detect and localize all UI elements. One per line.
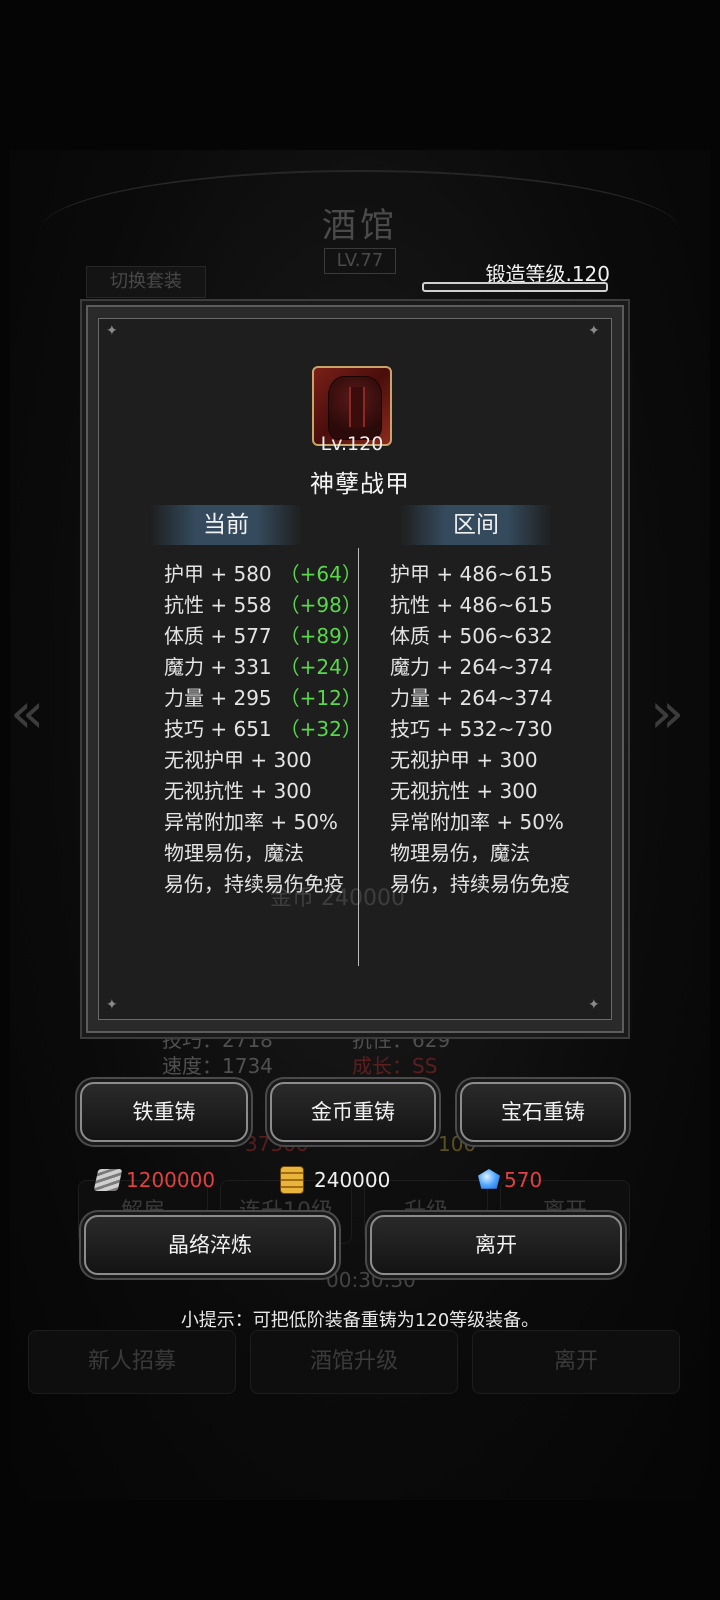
previous-arrow-icon[interactable]: « [10,686,44,742]
forge-level-bar [422,282,608,292]
range-stat-row: 体质 + 506~632 [390,624,553,648]
corner-ornament-icon: ✦ [106,323,118,339]
iron-reforge-button[interactable]: 铁重铸 [80,1082,248,1142]
range-stat-row: 护甲 + 486~615 [390,562,553,586]
current-stat-row: 物理易伤，魔法 [164,841,304,865]
bg-stat-speed: 速度：1734 [162,1054,273,1078]
current-stat-row: 魔力 + 331 （+24） [164,655,362,679]
range-stat-row: 异常附加率 + 50% [390,810,564,834]
item-level: Lv.120 [320,433,384,455]
gem-currency: 570 [478,1165,598,1195]
range-stat-row: 魔力 + 264~374 [390,655,553,679]
item-name: 神孽战甲 [310,470,410,498]
current-stat-row: 易伤，持续易伤免疫 [164,872,344,896]
iron-amount: 1200000 [126,1168,216,1192]
current-stat-row: 力量 + 295 （+12） [164,686,362,710]
crystal-refine-button[interactable]: 晶络淬炼 [84,1215,336,1275]
corner-ornament-icon: ✦ [106,997,118,1013]
current-stat-row: 抗性 + 558 （+98） [164,593,362,617]
range-stat-row: 物理易伤，魔法 [390,841,530,865]
range-stat-row: 易伤，持续易伤免疫 [390,872,570,896]
iron-currency: 1200000 [93,1165,286,1195]
bg-exit-button: 离开 [472,1330,680,1394]
gem-icon [478,1169,500,1189]
gold-amount: 240000 [314,1168,391,1192]
current-stat-row: 无视抗性 + 300 [164,779,312,803]
gem-reforge-button[interactable]: 宝石重铸 [460,1082,626,1142]
iron-icon [93,1169,123,1191]
current-stat-row: 体质 + 577 （+89） [164,624,362,648]
bg-tavern-upgrade-button: 酒馆升级 [250,1330,458,1394]
bg-stat-growth: 成长：SS [352,1054,438,1078]
range-stat-row: 无视抗性 + 300 [390,779,538,803]
current-stat-row: 护甲 + 580 （+64） [164,562,362,586]
gem-amount: 570 [504,1168,543,1192]
tip-text: 小提示：可把低阶装备重铸为120等级装备。 [180,1310,540,1331]
tavern-title: 酒馆 [322,206,398,246]
tavern-level: LV.77 [324,248,396,274]
next-arrow-icon[interactable]: » [650,686,684,742]
gold-reforge-button[interactable]: 金币重铸 [270,1082,436,1142]
range-stat-row: 无视护甲 + 300 [390,748,538,772]
range-stat-row: 抗性 + 486~615 [390,593,553,617]
range-stat-row: 力量 + 264~374 [390,686,553,710]
range-stat-row: 技巧 + 532~730 [390,717,553,741]
gold-currency: 240000 [280,1165,440,1195]
leave-button[interactable]: 离开 [370,1215,622,1275]
corner-ornament-icon: ✦ [588,997,600,1013]
range-column-header: 区间 [400,505,552,545]
current-column-header: 当前 [150,505,302,545]
current-stat-row: 异常附加率 + 50% [164,810,338,834]
bg-recruit-button: 新人招募 [28,1330,236,1394]
switch-set-button: 切换套装 [86,266,206,298]
current-stat-row: 无视护甲 + 300 [164,748,312,772]
gold-coins-icon [280,1166,304,1194]
current-stat-row: 技巧 + 651 （+32） [164,717,362,741]
corner-ornament-icon: ✦ [588,323,600,339]
